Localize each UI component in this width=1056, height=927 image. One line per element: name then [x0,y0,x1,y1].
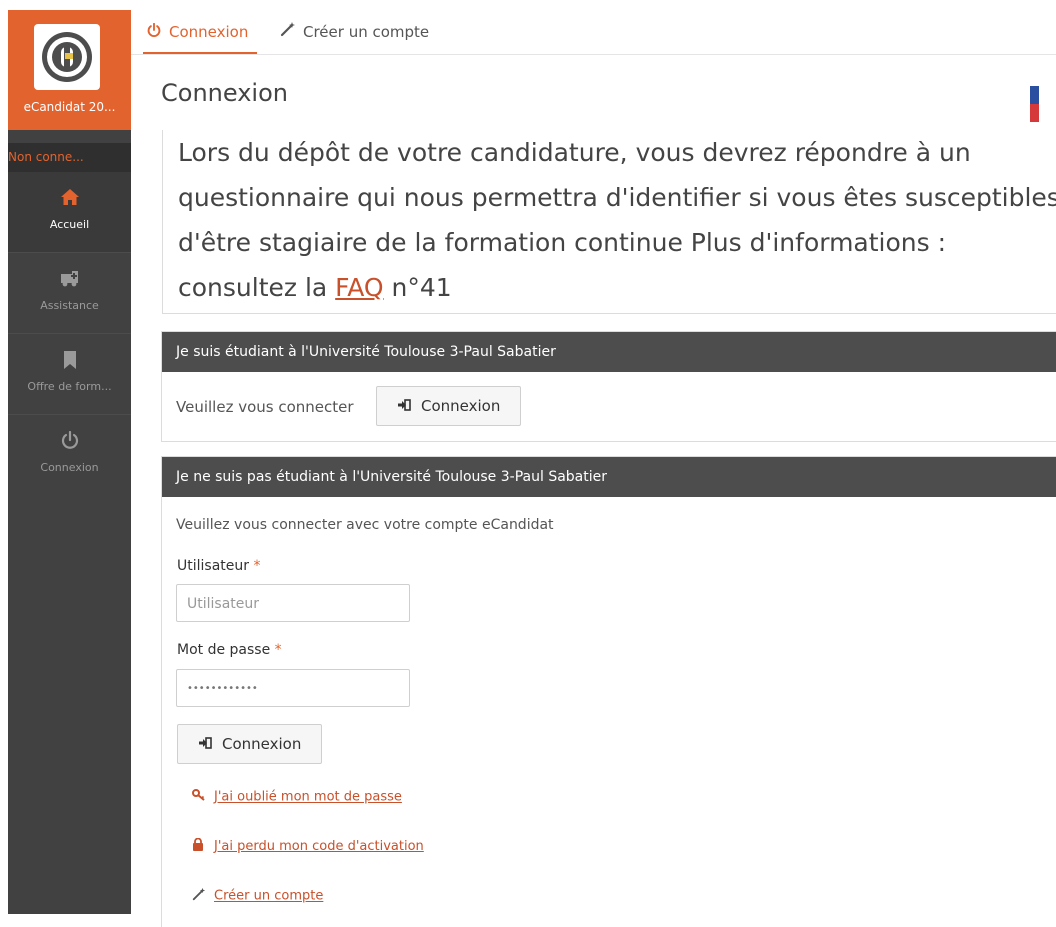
info-text-line: d'être stagiaire de la formation continu… [178,228,947,257]
panel-title: Je ne suis pas étudiant à l'Université T… [162,457,1056,497]
power-icon [8,430,131,453]
page-title: Connexion [161,79,288,107]
password-label-text: Mot de passe [177,642,271,658]
forgot-password-link[interactable]: J'ai oublié mon mot de passe [192,789,402,805]
required-mark: * [253,558,261,574]
link-label: J'ai oublié mon mot de passe [214,789,402,805]
tab-label: Connexion [169,23,249,41]
key-icon [192,789,208,805]
tab-connexion[interactable]: Connexion [145,10,248,54]
sidebar-item-label: Offre de form... [27,380,112,393]
ecandidat-prompt: Veuillez vous connecter avec votre compt… [176,517,554,533]
create-account-link[interactable]: Créer un compte [192,887,323,905]
brand-label: eCandidat 20... [23,100,116,114]
sign-in-icon [397,387,413,425]
user-label-text: Utilisateur [177,558,250,574]
ambulance-icon [8,269,131,291]
faq-link[interactable]: FAQ [335,273,383,302]
magic-wand-icon [279,10,297,54]
button-label: Connexion [222,735,302,753]
language-flag-icon[interactable] [1030,86,1056,122]
link-label: Créer un compte [214,888,324,904]
brand-block[interactable]: eCandidat 20... [8,10,131,130]
magic-wand-icon [192,887,208,905]
sidebar-item-label: Assistance [40,299,99,312]
home-icon [8,188,131,210]
required-mark: * [274,642,282,658]
sidebar: eCandidat 20... Non conne... Accueil Ass… [8,10,131,914]
info-panel: Lors du dépôt de votre candidature, vous… [162,130,1056,314]
power-icon [145,10,163,54]
info-text-line: Lors du dépôt de votre candidature, vous… [178,138,971,167]
sidebar-item-connexion[interactable]: Connexion [8,415,131,495]
info-text-line: questionnaire qui nous permettra d'ident… [178,183,1056,212]
sign-in-icon [198,725,214,763]
tab-label: Créer un compte [303,23,430,41]
sidebar-item-label: Connexion [40,461,99,474]
info-text-suffix: n°41 [383,273,452,302]
user-label: Utilisateur * [177,558,260,574]
password-input[interactable]: •••••••••••• [176,669,410,707]
app-logo [34,24,100,90]
lost-activation-code-link[interactable]: J'ai perdu mon code d'activation [192,837,424,855]
active-tab-indicator [143,52,257,54]
sidebar-item-assistance[interactable]: Assistance [8,253,131,334]
panel-title: Je suis étudiant à l'Université Toulouse… [162,332,1056,372]
bookmark-icon [8,350,131,372]
tab-creer-compte[interactable]: Créer un compte [279,10,429,54]
sidebar-item-offre[interactable]: Offre de form... [8,334,131,415]
info-text-prefix: consultez la [178,273,336,302]
ut3-login-panel: Je suis étudiant à l'Université Toulouse… [161,331,1056,442]
username-input[interactable]: Utilisateur [176,584,410,622]
ut3-prompt: Veuillez vous connecter [176,398,354,416]
ecandidat-connexion-button[interactable]: Connexion [177,724,323,764]
sidebar-item-label: Accueil [49,218,90,231]
ecandidat-login-panel: Je ne suis pas étudiant à l'Université T… [161,456,1056,927]
top-tabs: Connexion Créer un compte [131,10,1056,55]
link-label: J'ai perdu mon code d'activation [214,839,424,854]
user-status: Non conne... [8,143,131,172]
button-label: Connexion [421,397,501,415]
sidebar-item-accueil[interactable]: Accueil [8,172,131,253]
lock-icon [192,837,208,855]
info-text-line: consultez la FAQ n°41 [178,265,1056,310]
ut3-connexion-button[interactable]: Connexion [376,386,522,426]
password-label: Mot de passe * [177,642,282,658]
